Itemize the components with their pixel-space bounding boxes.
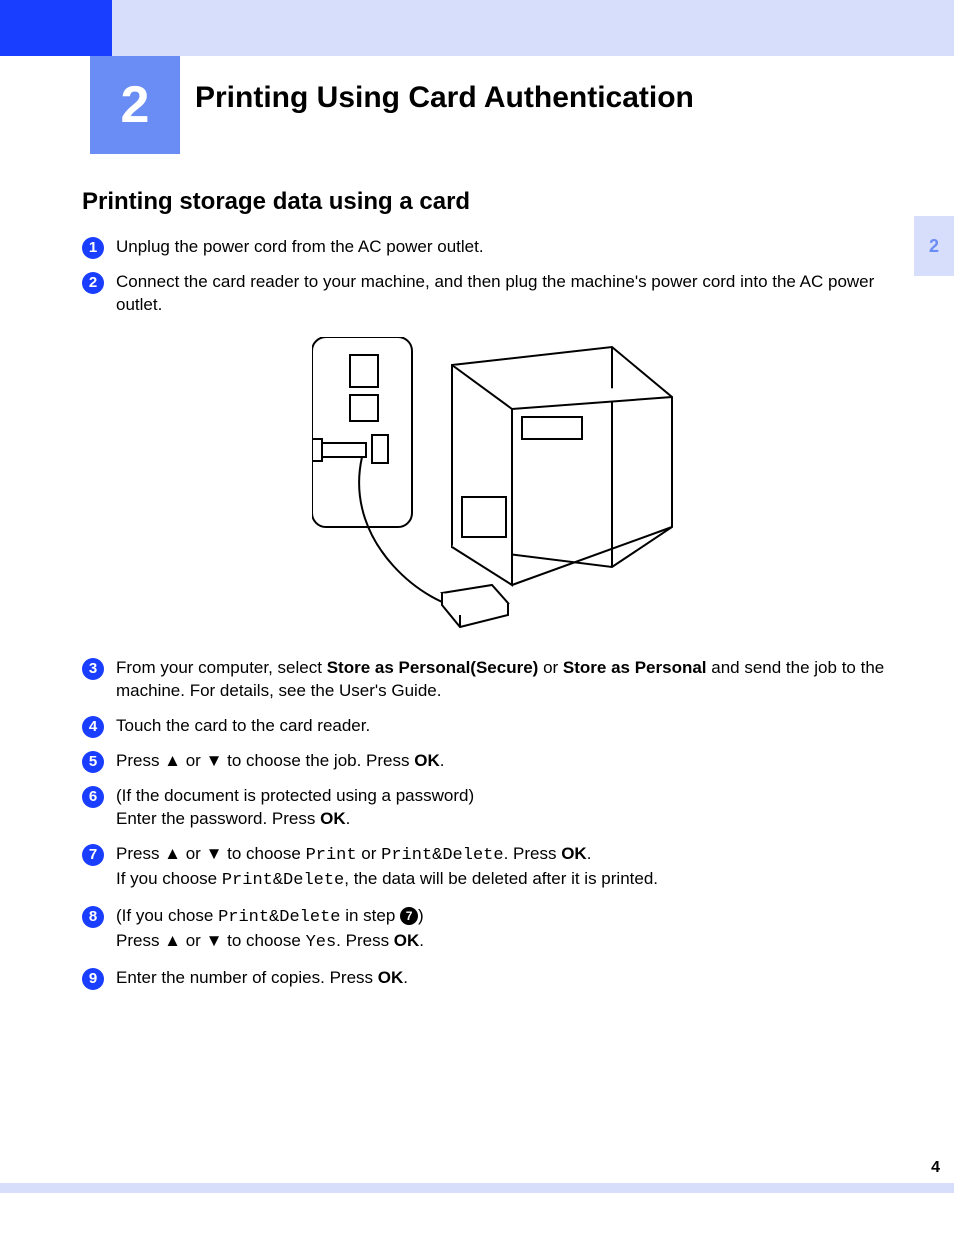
step-bullet-8: 8 <box>82 906 104 928</box>
step-bullet-2: 2 <box>82 272 104 294</box>
step-bullet-4: 4 <box>82 716 104 738</box>
side-tab-label: 2 <box>929 234 939 258</box>
step-bullet-3: 3 <box>82 658 104 680</box>
step-bullet-9: 9 <box>82 968 104 990</box>
step-7-c: . Press <box>504 844 562 863</box>
step-8-text: (If you chose Print&Delete in step 7) Pr… <box>116 905 910 955</box>
step-bullet-7: 7 <box>82 844 104 866</box>
step-4-text: Touch the card to the card reader. <box>116 715 910 738</box>
step-7-b: or <box>357 844 382 863</box>
step-3: 3 From your computer, select Store as Pe… <box>82 657 910 703</box>
step-8-b: in step <box>340 906 400 925</box>
step-6-b: Enter the password. Press <box>116 809 320 828</box>
step-9-b: . <box>403 968 408 987</box>
bottom-strip <box>0 1183 954 1193</box>
step-7-d: . <box>587 844 592 863</box>
side-tab: 2 <box>914 216 954 276</box>
step-6-ok: OK <box>320 809 346 828</box>
step-bullet-1: 1 <box>82 237 104 259</box>
step-5-b: . <box>440 751 445 770</box>
step-7: 7 Press ▲ or ▼ to choose Print or Print&… <box>82 843 910 893</box>
step-7-m2: Print&Delete <box>381 846 503 865</box>
step-5-ok: OK <box>414 751 440 770</box>
chapter-title: Printing Using Card Authentication <box>195 78 694 119</box>
step-7-text: Press ▲ or ▼ to choose Print or Print&De… <box>116 843 910 893</box>
step-9-ok: OK <box>378 968 404 987</box>
step-1-text: Unplug the power cord from the AC power … <box>116 236 910 259</box>
step-8-ok: OK <box>394 931 420 950</box>
step-8-d: Press ▲ or ▼ to choose <box>116 931 306 950</box>
chapter-number: 2 <box>121 70 150 140</box>
step-7-ok: OK <box>561 844 587 863</box>
step-7-f: , the data will be deleted after it is p… <box>344 869 658 888</box>
step-6-c: . <box>346 809 351 828</box>
step-6-text: (If the document is protected using a pa… <box>116 785 910 831</box>
chapter-number-block: 2 <box>90 56 180 154</box>
top-light-strip <box>112 0 954 56</box>
step-2: 2 Connect the card reader to your machin… <box>82 271 910 317</box>
step-7-a: Press ▲ or ▼ to choose <box>116 844 306 863</box>
step-8-e: . Press <box>336 931 394 950</box>
step-6-a: (If the document is protected using a pa… <box>116 786 474 805</box>
step-1: 1 Unplug the power cord from the AC powe… <box>82 236 910 259</box>
step-3-b1: Store as Personal(Secure) <box>327 658 539 677</box>
step-5: 5 Press ▲ or ▼ to choose the job. Press … <box>82 750 910 773</box>
section-title: Printing storage data using a card <box>82 186 910 218</box>
step-5-a: Press ▲ or ▼ to choose the job. Press <box>116 751 414 770</box>
step-9-a: Enter the number of copies. Press <box>116 968 378 987</box>
step-5-text: Press ▲ or ▼ to choose the job. Press OK… <box>116 750 910 773</box>
printer-card-reader-illustration <box>312 337 692 637</box>
content-area: Printing storage data using a card 1 Unp… <box>82 186 910 1002</box>
step-bullet-6: 6 <box>82 786 104 808</box>
step-4: 4 Touch the card to the card reader. <box>82 715 910 738</box>
step-2-text: Connect the card reader to your machine,… <box>116 271 910 317</box>
step-8-a: (If you chose <box>116 906 218 925</box>
step-8: 8 (If you chose Print&Delete in step 7) … <box>82 905 910 955</box>
step-3-text: From your computer, select Store as Pers… <box>116 657 910 703</box>
step-8-f: . <box>419 931 424 950</box>
page-number: 4 <box>931 1157 940 1179</box>
step-3-c: or <box>538 658 563 677</box>
step-8-m1: Print&Delete <box>218 908 340 927</box>
step-7-m3: Print&Delete <box>222 871 344 890</box>
step-7-e: If you choose <box>116 869 222 888</box>
step-7-m1: Print <box>306 846 357 865</box>
step-8-ref-bullet: 7 <box>400 907 418 925</box>
step-6: 6 (If the document is protected using a … <box>82 785 910 831</box>
step-9-text: Enter the number of copies. Press OK. <box>116 967 910 990</box>
step-3-a: From your computer, select <box>116 658 327 677</box>
step-8-m2: Yes <box>306 933 337 952</box>
step-bullet-5: 5 <box>82 751 104 773</box>
step-9: 9 Enter the number of copies. Press OK. <box>82 967 910 990</box>
step-8-c: ) <box>418 906 424 925</box>
top-blue-strip <box>0 0 112 56</box>
step-3-b2: Store as Personal <box>563 658 707 677</box>
